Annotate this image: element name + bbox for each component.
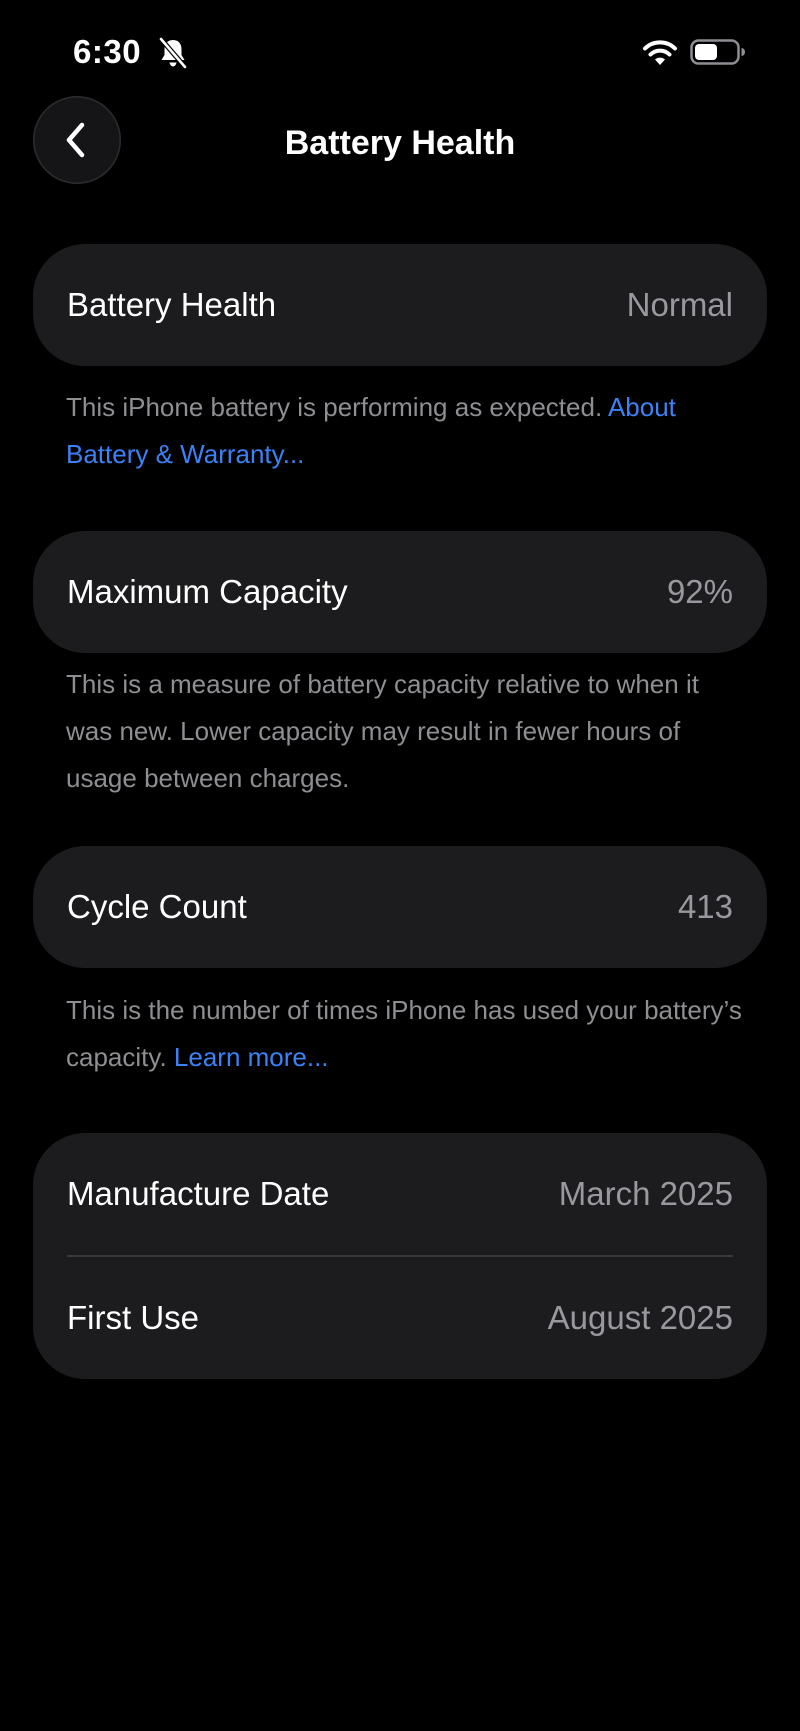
battery-health-label: Battery Health [67,286,277,323]
status-bar: 6:30 [0,0,800,100]
manufacture-date-row[interactable]: Manufacture Date March 2025 [33,1133,767,1255]
first-use-label: First Use [67,1299,199,1336]
battery-health-value: Normal [626,286,733,323]
wifi-icon [643,40,677,65]
cycle-count-row[interactable]: Cycle Count 413 [33,846,767,968]
maximum-capacity-footnote: This is a measure of battery capacity re… [66,661,746,802]
battery-health-footnote: This iPhone battery is performing as exp… [66,384,746,478]
maximum-capacity-label: Maximum Capacity [67,573,348,610]
battery-health-description: This iPhone battery is performing as exp… [66,392,608,422]
manufacture-date-label: Manufacture Date [67,1175,330,1212]
cycle-count-description: This is the number of times iPhone has u… [66,995,742,1072]
battery-level-fill [695,44,717,60]
first-use-value: August 2025 [547,1299,733,1336]
cycle-count-value: 413 [677,888,733,925]
battery-health-row[interactable]: Battery Health Normal [33,244,767,366]
learn-more-link[interactable]: Learn more... [174,1042,329,1072]
battery-icon [690,39,745,65]
maximum-capacity-row[interactable]: Maximum Capacity 92% [33,531,767,653]
first-use-row[interactable]: First Use August 2025 [33,1257,767,1379]
manufacture-date-value: March 2025 [558,1175,733,1212]
cycle-count-card: Cycle Count 413 [33,846,767,968]
maximum-capacity-description: This is a measure of battery capacity re… [66,669,699,793]
maximum-capacity-value: 92% [666,573,733,610]
maximum-capacity-card: Maximum Capacity 92% [33,531,767,653]
cycle-count-label: Cycle Count [67,888,247,925]
status-time: 6:30 [73,33,142,70]
dates-card: Manufacture Date March 2025 First Use Au… [33,1133,767,1379]
battery-health-card: Battery Health Normal [33,244,767,366]
cycle-count-footnote: This is the number of times iPhone has u… [66,987,746,1081]
page-title: Battery Health [284,124,516,162]
bell-slash-icon [159,37,187,69]
